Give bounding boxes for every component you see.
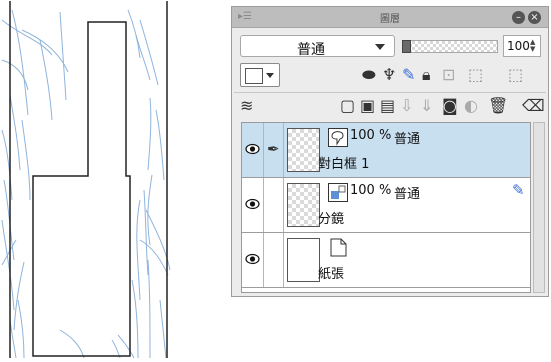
blend-mode-select[interactable]: 普通 xyxy=(240,35,395,58)
layer-list[interactable]: ✒︎ 100 % 普通 對白框 1 100 % 普通 分鏡 ✎ 紙張 xyxy=(241,122,531,293)
layer-name: 紙張 xyxy=(318,267,345,282)
paper-layer-icon xyxy=(330,238,347,257)
delete-layer-icon[interactable]: 🗑︎ xyxy=(488,97,508,115)
mask-options-icon[interactable]: ⬚ xyxy=(468,66,483,84)
layer-color-swatch xyxy=(245,68,263,84)
draft-pencil-icon: ✎ xyxy=(512,181,525,199)
reference-layer-icon[interactable]: ♆ xyxy=(382,66,396,84)
canvas-preview[interactable] xyxy=(0,0,176,359)
transfer-down-icon[interactable]: ⇩ xyxy=(400,97,413,115)
opacity-value: 100 xyxy=(507,39,530,53)
balloon-frame-outline xyxy=(32,21,131,357)
blend-mode-value: 普通 xyxy=(297,42,325,58)
frame-folder-layer-icon xyxy=(328,183,348,202)
trash-icon[interactable]: ⌫ xyxy=(522,97,545,115)
new-folder-icon[interactable]: ▤ xyxy=(380,97,395,115)
layer-blend-mode: 普通 xyxy=(394,187,421,202)
layer-name: 分鏡 xyxy=(318,212,345,227)
pen-icon: ✒︎ xyxy=(267,140,280,158)
lock-transparency-icon[interactable]: ⊡ xyxy=(442,66,455,84)
layer-row[interactable]: ✒︎ 100 % 普通 對白框 1 xyxy=(242,123,530,178)
opacity-slider[interactable] xyxy=(402,40,498,53)
layer-name: 對白框 1 xyxy=(318,157,370,172)
visibility-toggle[interactable] xyxy=(242,123,264,177)
layer-color-select[interactable] xyxy=(240,63,280,87)
layer-panel: ▸☰ 圖層 – × 普通 100 ▲ ▼ ⬬ ♆ ✎ 🔒︎ ⊡ ⬚ ⬚ ≋ ▢ ▣… xyxy=(231,6,549,297)
new-raster-layer-icon[interactable]: ▢ xyxy=(340,97,355,115)
chevron-down-icon xyxy=(266,73,274,78)
edit-target-toggle[interactable]: ✒︎ xyxy=(264,123,284,177)
opacity-slider-handle[interactable] xyxy=(402,40,411,53)
layer-thumbnail xyxy=(287,183,320,227)
eye-icon xyxy=(245,253,260,265)
layer-row[interactable]: 100 % 普通 分鏡 ✎ xyxy=(242,178,530,233)
panel-title: 圖層 xyxy=(380,14,400,25)
edit-target-toggle[interactable] xyxy=(264,178,284,232)
divider xyxy=(234,92,546,93)
new-vector-layer-icon[interactable]: ▣ xyxy=(360,97,375,115)
layer-thumbnail xyxy=(287,238,320,282)
layer-opacity: 100 % xyxy=(350,183,392,198)
balloon-layer-icon xyxy=(328,128,348,147)
layer-list-scrollbar[interactable] xyxy=(533,122,545,293)
canvas-sketch xyxy=(1,1,171,359)
minimize-icon[interactable]: – xyxy=(512,11,525,24)
eye-icon xyxy=(245,143,260,155)
draft-layer-icon[interactable]: ✎ xyxy=(402,66,415,84)
layer-mask-icon[interactable]: ◙ xyxy=(442,97,458,115)
layer-opacity: 100 % xyxy=(350,128,392,143)
lock-icon[interactable]: 🔒︎ xyxy=(422,66,431,84)
close-icon[interactable]: × xyxy=(528,11,541,24)
layer-stack-icon[interactable]: ≋ xyxy=(240,97,253,115)
visibility-toggle[interactable] xyxy=(242,178,264,232)
edit-target-toggle[interactable] xyxy=(264,233,284,287)
clipping-icon[interactable]: ⬬ xyxy=(362,66,376,84)
apply-mask-icon[interactable]: ◐ xyxy=(464,97,478,115)
layer-row[interactable]: 紙張 xyxy=(242,233,530,288)
panel-titlebar[interactable]: ▸☰ 圖層 – × xyxy=(232,7,548,28)
opacity-spinner-icon[interactable]: ▲ ▼ xyxy=(530,39,538,53)
layer-blend-mode: 普通 xyxy=(394,132,421,147)
opacity-input[interactable]: 100 ▲ ▼ xyxy=(503,35,541,57)
combine-down-icon[interactable]: ⇓ xyxy=(420,97,433,115)
layer-thumbnail xyxy=(287,128,320,172)
visibility-toggle[interactable] xyxy=(242,233,264,287)
eye-icon xyxy=(245,198,260,210)
chevron-down-icon xyxy=(375,44,385,50)
ruler-options-icon[interactable]: ⬚ xyxy=(508,66,523,84)
